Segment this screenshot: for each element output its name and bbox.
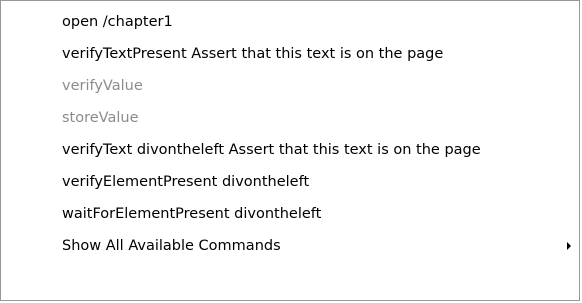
menu-item-label: waitForElementPresent divontheleft bbox=[62, 206, 322, 222]
menu-item-verify-value: verifyValue bbox=[1, 70, 579, 102]
menu-item-label: Show All Available Commands bbox=[62, 238, 281, 254]
chevron-right-icon bbox=[567, 242, 571, 250]
context-menu: open /chapter1 verifyTextPresent Assert … bbox=[0, 0, 580, 301]
menu-item-wait-for-element-present[interactable]: waitForElementPresent divontheleft bbox=[1, 198, 579, 230]
menu-item-label: verifyText divontheleft Assert that this… bbox=[62, 142, 481, 158]
menu-item-label: storeValue bbox=[62, 110, 139, 126]
menu-item-label: verifyTextPresent Assert that this text … bbox=[62, 46, 444, 62]
menu-item-verify-text-present[interactable]: verifyTextPresent Assert that this text … bbox=[1, 38, 579, 70]
menu-item-verify-text[interactable]: verifyText divontheleft Assert that this… bbox=[1, 134, 579, 166]
menu-item-label: verifyValue bbox=[62, 78, 143, 94]
menu-item-label: verifyElementPresent divontheleft bbox=[62, 174, 310, 190]
menu-item-open-chapter1[interactable]: open /chapter1 bbox=[1, 6, 579, 38]
menu-item-label: open /chapter1 bbox=[62, 14, 173, 30]
menu-items-list: open /chapter1 verifyTextPresent Assert … bbox=[1, 6, 579, 262]
menu-item-verify-element-present[interactable]: verifyElementPresent divontheleft bbox=[1, 166, 579, 198]
menu-item-show-all-commands[interactable]: Show All Available Commands bbox=[1, 230, 579, 262]
menu-item-store-value: storeValue bbox=[1, 102, 579, 134]
